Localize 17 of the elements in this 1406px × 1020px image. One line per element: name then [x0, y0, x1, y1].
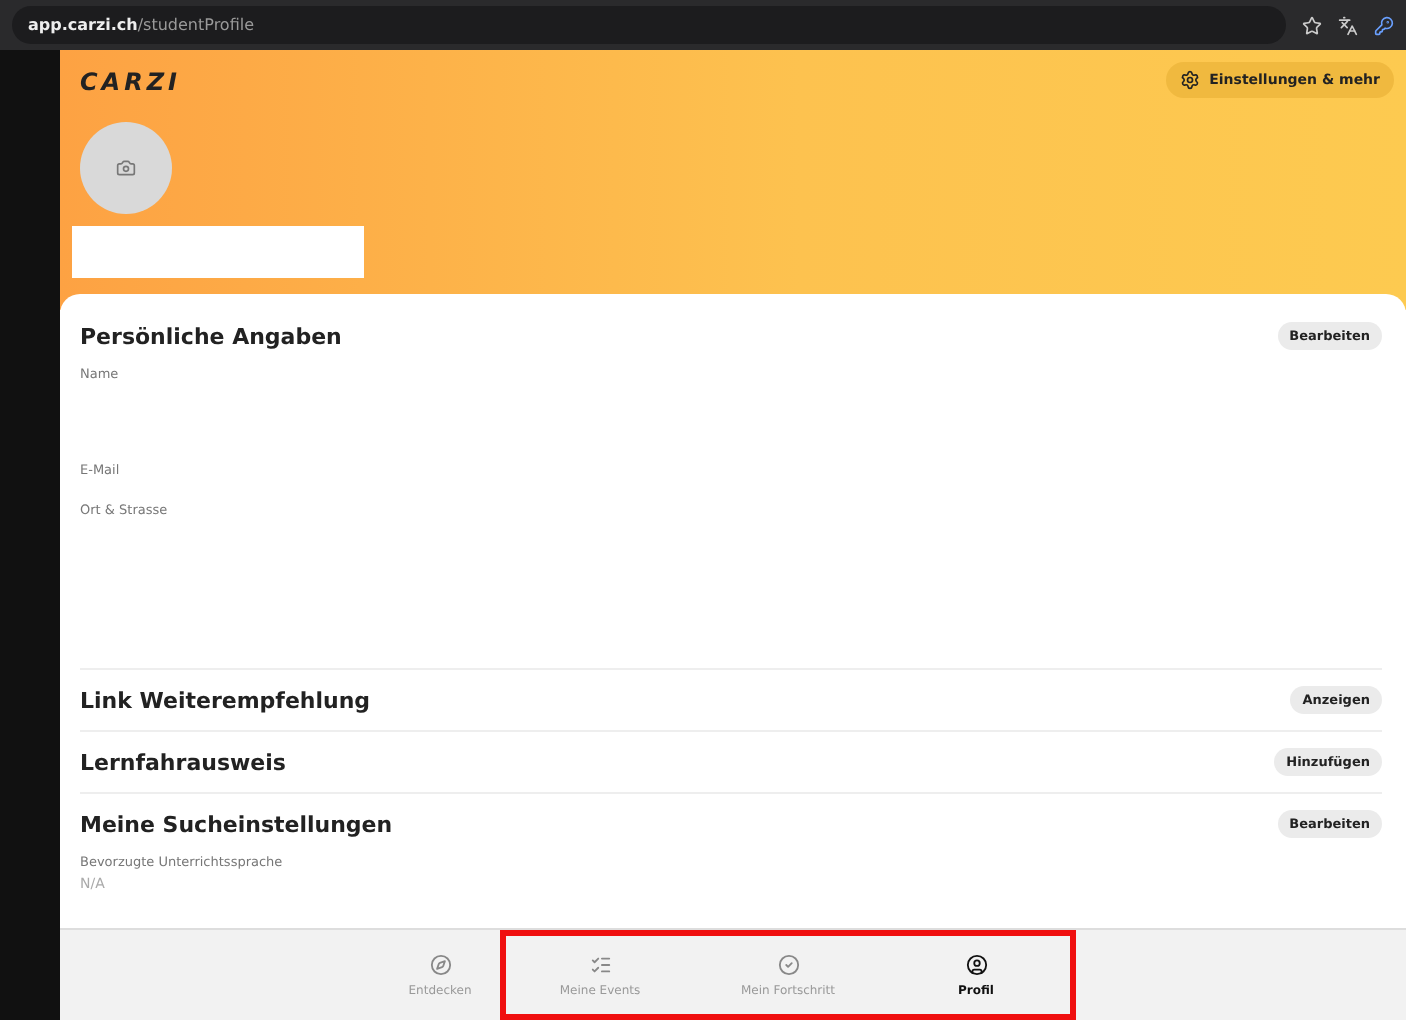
compass-icon — [429, 953, 451, 975]
section-title: Meine Sucheinstellungen — [80, 811, 393, 837]
logo: CARZI — [80, 68, 181, 96]
checklist-icon — [589, 953, 611, 975]
url-host: app.carzi.ch — [28, 16, 138, 34]
section-title: Link Weiterempfehlung — [80, 687, 371, 713]
camera-icon — [116, 158, 136, 178]
key-icon[interactable] — [1374, 15, 1394, 35]
section-title: Lernfahrausweis — [80, 749, 286, 775]
user-icon — [965, 953, 987, 975]
address-field[interactable]: app.carzi.ch/studentProfile — [12, 6, 1286, 44]
settings-icon — [1179, 70, 1200, 90]
check-circle-icon — [777, 953, 799, 975]
section-title: Persönliche Angaben — [80, 323, 342, 349]
url-path: /studentProfile — [137, 16, 255, 34]
translate-icon[interactable] — [1338, 15, 1358, 35]
star-icon[interactable] — [1302, 15, 1322, 35]
